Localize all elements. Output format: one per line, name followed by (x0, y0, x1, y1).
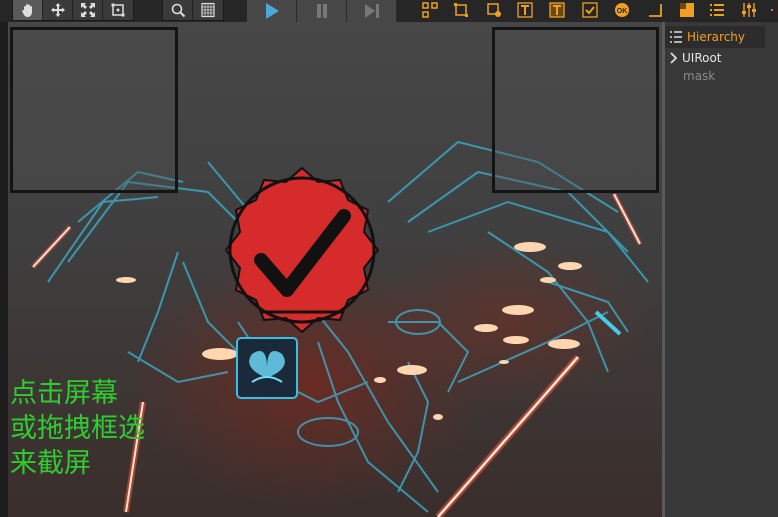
label-frame-button[interactable] (549, 2, 565, 18)
sprite-icon (454, 3, 468, 17)
slider-button[interactable] (741, 2, 757, 18)
scale-icon (80, 3, 95, 17)
list-button[interactable] (709, 2, 725, 18)
instruction-line-1: 点击屏幕 (10, 378, 118, 409)
anchor-button[interactable] (647, 2, 663, 18)
screenshot-instruction: 点击屏幕 或拖拽框选 来截屏 (10, 376, 145, 481)
playback-group (247, 0, 397, 22)
step-button[interactable] (347, 0, 397, 22)
play-button[interactable] (247, 0, 297, 22)
scene-left-gutter (0, 22, 8, 517)
instruction-line-3: 来截屏 (10, 448, 91, 479)
move-tool-button[interactable] (43, 0, 73, 20)
widget-button[interactable] (422, 2, 438, 18)
hierarchy-tab-label: Hierarchy (687, 30, 746, 44)
tree-item-label: mask (683, 69, 716, 83)
main-toolbar: OK (0, 0, 778, 23)
pause-icon (316, 4, 327, 18)
ok-button[interactable]: OK (614, 2, 630, 18)
screenshot-frame-right (492, 27, 659, 193)
widget-icon (422, 2, 438, 18)
tree-item-uiroot[interactable]: UIRoot (669, 51, 722, 65)
grid-icon (201, 2, 215, 18)
tab-hierarchy[interactable]: Hierarchy (665, 26, 765, 48)
tree-item-mask[interactable]: mask (683, 69, 715, 83)
rect-tool-button[interactable] (103, 0, 133, 20)
label-frame-icon (549, 2, 565, 18)
label-button[interactable] (517, 2, 533, 18)
hierarchy-list-icon (670, 31, 682, 43)
label-icon (517, 2, 533, 18)
corner-anchor-icon (649, 4, 662, 17)
rect-transform-icon (111, 3, 125, 17)
move-arrows-icon (50, 3, 65, 17)
toggle-button[interactable] (582, 2, 598, 18)
instruction-line-2: 或拖拽框选 (10, 413, 145, 444)
play-icon (265, 3, 279, 19)
tree-item-label: UIRoot (682, 51, 722, 65)
svg-text:OK: OK (617, 8, 628, 15)
more-icon (771, 9, 773, 11)
chevron-right-icon[interactable] (669, 52, 679, 64)
checkbox-icon (582, 2, 598, 18)
screenshot-frame-left (10, 27, 178, 193)
scale-tool-button[interactable] (73, 0, 103, 20)
panel-button[interactable] (679, 2, 695, 18)
list-icon (710, 4, 724, 16)
item-slot-icon (236, 337, 298, 399)
hand-icon (21, 4, 32, 17)
sprite-alt-icon (487, 3, 501, 17)
magnifier-icon (171, 3, 185, 18)
sprite-button[interactable] (453, 2, 469, 18)
grid-tool-button[interactable] (193, 0, 223, 20)
step-forward-icon (364, 4, 379, 18)
scene-view[interactable]: 点击屏幕 或拖拽框选 来截屏 (8, 22, 662, 517)
slider-icon (742, 3, 756, 17)
more-tools-button[interactable] (770, 2, 778, 18)
ok-badge-icon: OK (615, 3, 629, 17)
hand-tool-button[interactable] (13, 0, 43, 20)
zoom-tool-button[interactable] (163, 0, 193, 20)
transform-tool-group (12, 0, 134, 21)
checkmark-stamp (224, 166, 380, 334)
view-tool-group (162, 0, 224, 21)
panel-icon (680, 3, 694, 17)
hierarchy-panel: Hierarchy UIRoot mask (665, 22, 778, 517)
pause-button[interactable] (297, 0, 347, 22)
sprite-alt-button[interactable] (486, 2, 502, 18)
